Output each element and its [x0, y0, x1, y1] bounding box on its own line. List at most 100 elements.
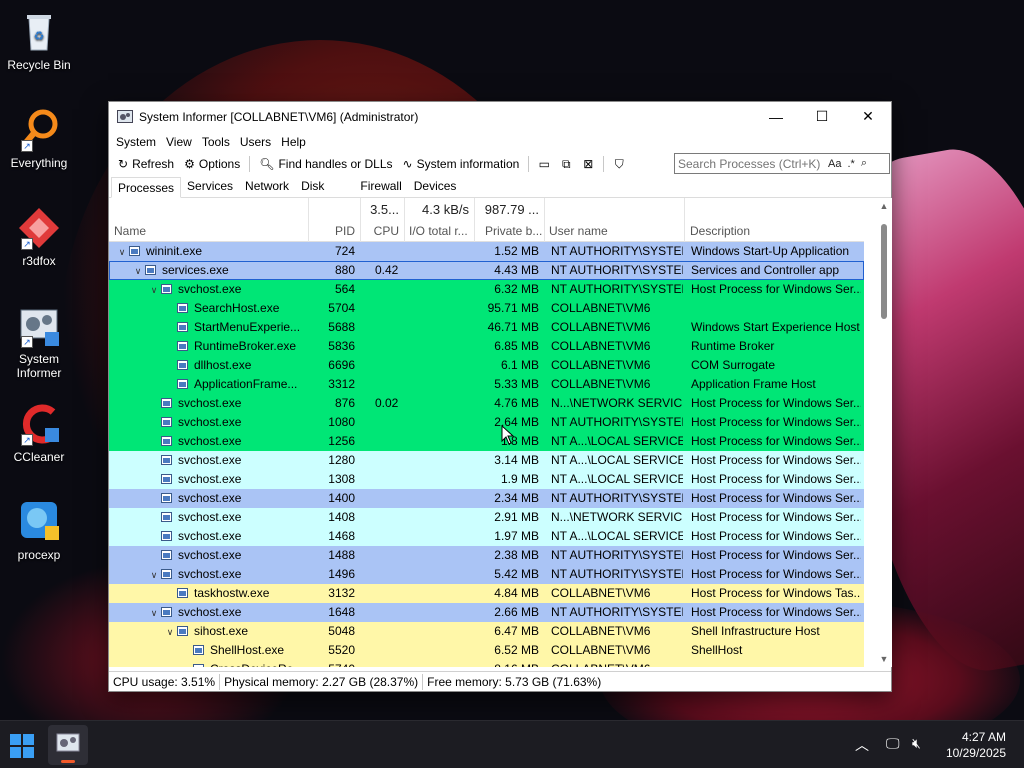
column-io-total[interactable]: 4.3 kB/s I/O total r... — [405, 198, 475, 242]
minimize-button[interactable]: — — [753, 102, 799, 131]
collapse-chevron-icon[interactable]: ∨ — [131, 262, 145, 280]
process-icon — [177, 588, 188, 598]
process-row[interactable]: svchost.exe 1468 1.97 MB NT A...\LOCAL SERV… — [109, 527, 864, 546]
process-row[interactable]: ApplicationFrame... 3312 5.33 MB COLLABNET\… — [109, 375, 864, 394]
volume-muted-icon[interactable]: 🔇︎ — [912, 735, 921, 752]
desktop-icon-ccleaner[interactable]: ↗ CCleaner — [4, 400, 74, 464]
vertical-scrollbar[interactable]: ▲ ▼ — [876, 198, 892, 667]
tab-network[interactable]: Network — [239, 176, 295, 197]
column-cpu[interactable]: 3.5... CPU — [361, 198, 405, 242]
process-row[interactable]: svchost.exe 1488 2.38 MB NT AUTHORITY\SYSTE… — [109, 546, 864, 565]
column-user-name[interactable]: User name — [545, 198, 685, 242]
shield-icon[interactable]: ⛉ — [610, 155, 628, 173]
find-handles-button[interactable]: 🔍︎ Find handles or DLLs — [254, 154, 397, 174]
process-pid: 876 — [334, 396, 355, 410]
process-icon — [129, 246, 140, 256]
process-row[interactable]: svchost.exe 876 0.02 4.76 MB N...\NETWORK SE… — [109, 394, 864, 413]
menu-help[interactable]: Help — [276, 135, 311, 149]
desktop-icon-recycle-bin[interactable]: ♻ Recycle Bin — [4, 8, 74, 72]
process-name-text: taskhostw.exe — [194, 586, 270, 600]
process-user-name: COLLABNET\VM6 — [551, 320, 651, 334]
process-row[interactable]: StartMenuExperie... 5688 46.71 MB COLLABNET… — [109, 318, 864, 337]
regex-toggle[interactable]: .* — [844, 158, 857, 170]
tab-processes[interactable]: Processes — [111, 177, 182, 198]
process-name-text: RuntimeBroker.exe — [194, 339, 297, 353]
column-private-bytes[interactable]: 987.79 ... Private b... — [475, 198, 545, 242]
process-private-bytes: 3.14 MB — [494, 453, 539, 467]
process-row[interactable]: ∨ services.exe 880 0.42 4.43 MB NT AUTHORITY\… — [109, 261, 864, 280]
tab-devices[interactable]: Devices — [408, 176, 463, 197]
desktop-icon-r3dfox[interactable]: ↗ r3dfox — [4, 204, 74, 268]
scroll-thumb[interactable] — [881, 224, 887, 319]
refresh-button[interactable]: ↻ Refresh — [113, 154, 179, 174]
process-row[interactable]: dllhost.exe 6696 6.1 MB COLLABNET\VM6 COM Su… — [109, 356, 864, 375]
process-row[interactable]: svchost.exe 1080 2.64 MB NT AUTHORITY\SYSTE… — [109, 413, 864, 432]
network-icon[interactable]: 🖵 — [886, 735, 900, 752]
menu-users[interactable]: Users — [235, 135, 276, 149]
column-private-label: Private b... — [485, 224, 543, 238]
search-icon[interactable]: ⌕ — [858, 157, 870, 170]
desktop-icon-everything[interactable]: ↗ Everything — [4, 106, 74, 170]
process-row[interactable]: SearchHost.exe 5704 95.71 MB COLLABNET\VM6 — [109, 299, 864, 318]
find-window-icon[interactable]: ⧉ — [557, 155, 575, 173]
process-row[interactable]: RuntimeBroker.exe 5836 6.85 MB COLLABNET\VM… — [109, 337, 864, 356]
process-row[interactable]: taskhostw.exe 3132 4.84 MB COLLABNET\VM6 Hos… — [109, 584, 864, 603]
collapse-chevron-icon[interactable]: ∨ — [147, 281, 161, 299]
process-row[interactable]: svchost.exe 1400 2.34 MB NT AUTHORITY\SYSTE… — [109, 489, 864, 508]
process-row[interactable]: svchost.exe 1256 1.8 MB NT A...\LOCAL SERVI… — [109, 432, 864, 451]
process-name: dllhost.exe — [109, 356, 309, 375]
process-row[interactable]: ∨ sihost.exe 5048 6.47 MB COLLABNET\VM6 Shell… — [109, 622, 864, 641]
process-pid: 1488 — [328, 548, 355, 562]
process-private-bytes: 6.32 MB — [494, 282, 539, 296]
process-row[interactable]: CrossDeviceRe... 5740 8.16 MB COLLABNET\VM6 — [109, 660, 864, 667]
collapse-chevron-icon[interactable]: ∨ — [147, 604, 161, 622]
process-row[interactable]: svchost.exe 1408 2.91 MB N...\NETWORK SERVI… — [109, 508, 864, 527]
status-bar: CPU usage: 3.51% Physical memory: 2.27 G… — [109, 671, 891, 691]
scroll-up-icon[interactable]: ▲ — [876, 198, 892, 214]
column-description[interactable]: Description — [685, 198, 864, 242]
window-icon[interactable]: ▭ — [535, 155, 553, 173]
kill-window-icon[interactable]: ⊠ — [579, 155, 597, 173]
process-row[interactable]: ShellHost.exe 5520 6.52 MB COLLABNET\VM6 She… — [109, 641, 864, 660]
process-row[interactable]: svchost.exe 1280 3.14 MB NT A...\LOCAL SERV… — [109, 451, 864, 470]
collapse-chevron-icon[interactable]: ∨ — [163, 623, 177, 641]
desktop-icon-procexp[interactable]: procexp — [4, 498, 74, 562]
find-handles-label: Find handles or DLLs — [278, 157, 393, 171]
tab-disk[interactable]: Disk — [295, 176, 330, 197]
match-case-toggle[interactable]: Aa — [825, 158, 844, 170]
tab-firewall[interactable]: Firewall — [354, 176, 407, 197]
process-row[interactable]: ∨ svchost.exe 1496 5.42 MB NT AUTHORITY\SYST… — [109, 565, 864, 584]
process-row[interactable]: svchost.exe 1308 1.9 MB NT A...\LOCAL SERVI… — [109, 470, 864, 489]
show-hidden-icons-chevron-icon[interactable]: ︿ — [855, 735, 869, 755]
close-button[interactable]: ✕ — [845, 102, 891, 131]
process-icon — [161, 455, 172, 465]
collapse-chevron-icon[interactable]: ∨ — [147, 566, 161, 584]
column-pid[interactable]: PID — [309, 198, 361, 242]
process-user-name: NT AUTHORITY\SYSTEM — [551, 605, 683, 619]
process-pid: 1080 — [328, 415, 355, 429]
maximize-button[interactable]: ☐ — [799, 102, 845, 131]
process-description: Host Process for Windows Ser... — [691, 282, 861, 296]
search-input[interactable] — [675, 156, 825, 171]
title-bar[interactable]: System Informer [COLLABNET\VM6] (Adminis… — [109, 102, 891, 131]
process-name: svchost.exe — [109, 489, 309, 508]
start-button[interactable] — [10, 734, 34, 758]
desktop-icon-system-informer[interactable]: ↗ System Informer — [4, 302, 74, 380]
process-description: Host Process for Windows Ser... — [691, 548, 861, 562]
collapse-chevron-icon[interactable]: ∨ — [115, 243, 129, 261]
process-description: Windows Start-Up Application — [691, 244, 850, 258]
menu-view[interactable]: View — [161, 135, 197, 149]
process-row[interactable]: ∨ svchost.exe 564 6.32 MB NT AUTHORITY\SYSTE… — [109, 280, 864, 299]
process-row[interactable]: ∨ wininit.exe 724 1.52 MB NT AUTHORITY\SYSTE… — [109, 242, 864, 261]
menu-tools[interactable]: Tools — [197, 135, 235, 149]
process-icon — [161, 417, 172, 427]
process-row[interactable]: ∨ svchost.exe 1648 2.66 MB NT AUTHORITY\SYST… — [109, 603, 864, 622]
options-button[interactable]: ⚙ Options — [179, 154, 245, 174]
scroll-down-icon[interactable]: ▼ — [876, 651, 892, 667]
menu-system[interactable]: System — [111, 135, 161, 149]
clock[interactable]: 4:27 AM 10/29/2025 — [946, 729, 1006, 761]
system-information-button[interactable]: ∿ System information — [398, 154, 525, 174]
taskbar-system-informer[interactable] — [48, 725, 88, 765]
tab-services[interactable]: Services — [181, 176, 239, 197]
column-name[interactable]: Name — [109, 198, 309, 242]
